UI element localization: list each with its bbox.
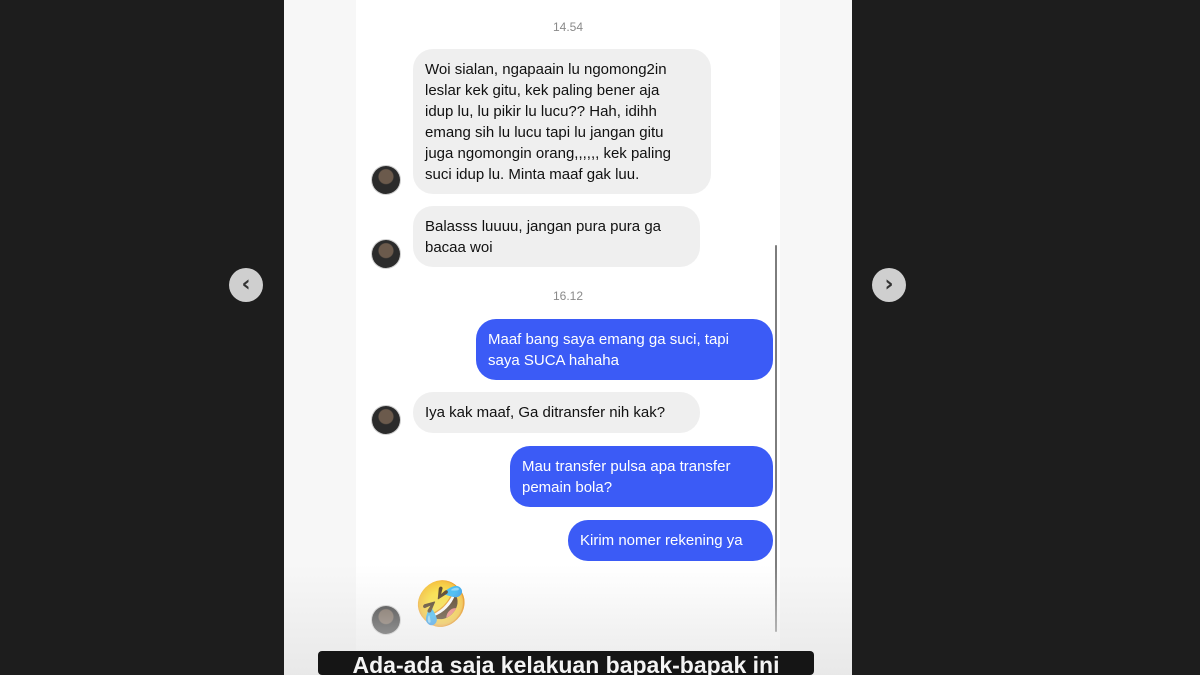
message-outgoing: Mau transfer pulsa apa transfer pemain b… [510, 446, 773, 507]
avatar [372, 166, 400, 194]
message-incoming: Woi sialan, ngapaain lu ngomong2in lesla… [413, 49, 711, 194]
chevron-right-icon[interactable]: › [872, 268, 906, 302]
timestamp: 16.12 [552, 289, 584, 303]
message-outgoing: Maaf bang saya emang ga suci, tapi saya … [476, 319, 773, 380]
rolling-on-floor-laughing-emoji: 🤣 [414, 579, 469, 630]
message-incoming: Iya kak maaf, Ga ditransfer nih kak? [413, 392, 700, 433]
caption: Ada-ada saja kelakuan bapak-bapak ini [318, 651, 814, 675]
screen: ‹ 14.54 Woi sialan, ngapaain lu ngomong2… [0, 0, 1200, 675]
avatar [372, 406, 400, 434]
scrollbar[interactable] [775, 245, 777, 632]
message-outgoing: Kirim nomer rekening ya [568, 520, 773, 561]
message-incoming: Balasss luuuu, jangan pura pura ga bacaa… [413, 206, 700, 267]
timestamp: 14.54 [552, 20, 584, 34]
avatar [372, 240, 400, 268]
chevron-left-icon[interactable]: ‹ [229, 268, 263, 302]
avatar [372, 606, 400, 634]
story-frame: 14.54 Woi sialan, ngapaain lu ngomong2in… [284, 0, 852, 675]
